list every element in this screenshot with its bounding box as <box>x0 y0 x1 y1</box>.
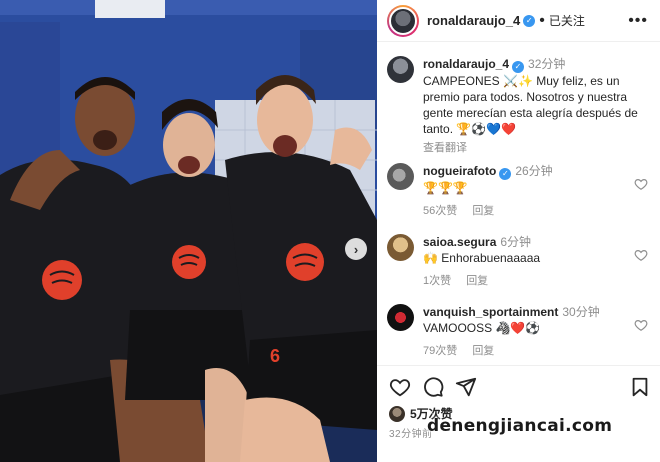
verified-icon: ✓ <box>523 14 536 27</box>
caption-block: ronaldaraujo_4 ✓ 32分钟 CAMPEONES ⚔️✨ Muy fe… <box>387 56 652 156</box>
comment-text: 🙌 Enhorabuenaaaaa <box>423 251 541 265</box>
watermark-text: denengjiancai.com <box>427 416 613 436</box>
post-photo[interactable]: 6 › <box>0 0 377 462</box>
caption-username[interactable]: ronaldaraujo_4 <box>423 57 509 71</box>
caption-text: CAMPEONES ⚔️✨ Muy feliz, es un premio pa… <box>423 74 638 136</box>
comment-avatar[interactable] <box>387 163 414 190</box>
author-avatar[interactable] <box>387 4 419 37</box>
comment-username[interactable]: saioa.segura <box>423 235 496 249</box>
comment-text: 🏆🏆🏆 <box>423 181 468 195</box>
caption-time: 32分钟 <box>528 57 566 71</box>
caption-avatar[interactable] <box>387 56 414 83</box>
bookmark-icon[interactable] <box>629 376 651 398</box>
team-celebration-image: 6 <box>0 0 377 462</box>
reply-button[interactable]: 回复 <box>466 275 488 287</box>
actions-divider <box>377 365 660 366</box>
liker-avatar <box>389 405 405 422</box>
comment-avatar[interactable] <box>387 234 414 261</box>
reply-button[interactable]: 回复 <box>472 205 494 217</box>
comment-item: vanquish_sportainment 30分钟 VAMOOOSS 🦓❤️⚽ … <box>387 304 652 359</box>
author-username[interactable]: ronaldaraujo_4 <box>427 13 520 28</box>
comment-item: nogueirafoto ✓ 26分钟 🏆🏆🏆 56次赞 回复 <box>387 163 652 219</box>
reply-button[interactable]: 回复 <box>472 345 494 357</box>
svg-text:6: 6 <box>270 346 280 366</box>
comment-heart-icon[interactable] <box>634 248 648 262</box>
post-detail-panel: ronaldaraujo_4 ✓ • 已关注 ••• ronaldaraujo_… <box>377 0 660 462</box>
carousel-next-button[interactable]: › <box>345 238 367 260</box>
comment-heart-icon[interactable] <box>634 177 648 191</box>
separator-dot: • <box>539 11 545 29</box>
comment-item: saioa.segura 6分钟 🙌 Enhorabuenaaaaa 1次赞 回复 <box>387 234 652 289</box>
comment-likes[interactable]: 56次赞 <box>423 205 457 217</box>
comment-text: VAMOOOSS 🦓❤️⚽ <box>423 321 541 335</box>
verified-icon: ✓ <box>499 168 512 180</box>
comment-time: 30分钟 <box>562 305 600 319</box>
comment-likes[interactable]: 1次赞 <box>423 275 451 287</box>
translate-link[interactable]: 查看翻译 <box>423 142 467 154</box>
comment-avatar[interactable] <box>387 304 414 331</box>
follow-status-button[interactable]: 已关注 <box>549 12 585 29</box>
verified-icon: ✓ <box>512 61 525 73</box>
comment-likes[interactable]: 79次赞 <box>423 345 457 357</box>
send-icon[interactable] <box>455 376 477 398</box>
comment-heart-icon[interactable] <box>634 318 648 332</box>
post-header: ronaldaraujo_4 ✓ • 已关注 ••• <box>377 0 660 42</box>
more-horizontal-icon[interactable]: ••• <box>628 12 648 30</box>
post-action-bar <box>389 376 651 400</box>
comment-time: 6分钟 <box>500 235 532 249</box>
comment-username[interactable]: vanquish_sportainment <box>423 305 558 319</box>
comment-username[interactable]: nogueirafoto <box>423 164 496 178</box>
heart-icon[interactable] <box>389 376 411 398</box>
comment-time: 26分钟 <box>515 164 553 178</box>
comment-icon[interactable] <box>422 376 444 398</box>
